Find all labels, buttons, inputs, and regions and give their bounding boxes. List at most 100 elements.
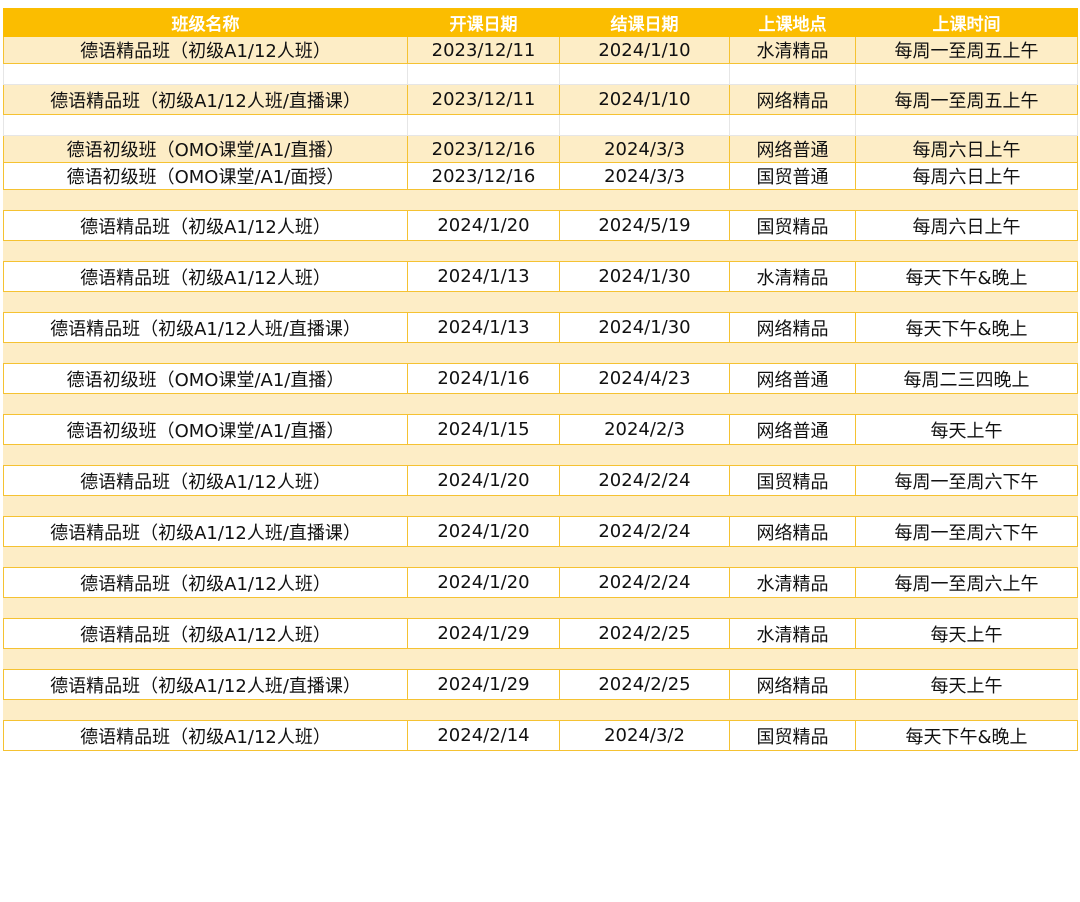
- cell-class-time[interactable]: 每周二三四晚上: [855, 363, 1078, 394]
- empty-cell[interactable]: [407, 114, 560, 136]
- empty-cell[interactable]: [407, 291, 560, 313]
- empty-cell[interactable]: [559, 189, 730, 211]
- empty-cell[interactable]: [855, 393, 1078, 415]
- cell-class-time[interactable]: 每周六日上午: [855, 162, 1078, 190]
- cell-start-date[interactable]: 2024/2/14: [407, 720, 560, 751]
- cell-class-name[interactable]: 德语精品班（初级A1/12人班/直播课）: [3, 669, 408, 700]
- empty-cell[interactable]: [855, 495, 1078, 517]
- cell-class-time[interactable]: 每周一至周五上午: [855, 36, 1078, 64]
- cell-end-date[interactable]: 2024/2/25: [559, 618, 730, 649]
- empty-cell[interactable]: [855, 342, 1078, 364]
- empty-cell[interactable]: [559, 546, 730, 568]
- empty-cell[interactable]: [855, 648, 1078, 670]
- cell-end-date[interactable]: 2024/2/24: [559, 465, 730, 496]
- cell-end-date[interactable]: 2024/1/10: [559, 36, 730, 64]
- cell-start-date[interactable]: 2024/1/15: [407, 414, 560, 445]
- cell-start-date[interactable]: 2024/1/16: [407, 363, 560, 394]
- cell-end-date[interactable]: 2024/1/10: [559, 84, 730, 115]
- cell-end-date[interactable]: 2024/2/24: [559, 516, 730, 547]
- cell-class-time[interactable]: 每周一至周六下午: [855, 516, 1078, 547]
- cell-class-name[interactable]: 德语精品班（初级A1/12人班/直播课）: [3, 84, 408, 115]
- cell-start-date[interactable]: 2024/1/20: [407, 516, 560, 547]
- empty-cell[interactable]: [855, 699, 1078, 721]
- cell-start-date[interactable]: 2024/1/20: [407, 567, 560, 598]
- empty-cell[interactable]: [3, 240, 408, 262]
- cell-class-time[interactable]: 每周一至周六上午: [855, 567, 1078, 598]
- cell-class-name[interactable]: 德语初级班（OMO课堂/A1/直播）: [3, 135, 408, 163]
- cell-class-name[interactable]: 德语精品班（初级A1/12人班/直播课）: [3, 312, 408, 343]
- cell-class-name[interactable]: 德语精品班（初级A1/12人班/直播课）: [3, 516, 408, 547]
- empty-cell[interactable]: [407, 495, 560, 517]
- empty-cell[interactable]: [855, 597, 1078, 619]
- empty-cell[interactable]: [407, 63, 560, 85]
- empty-cell[interactable]: [3, 393, 408, 415]
- empty-cell[interactable]: [559, 495, 730, 517]
- cell-class-time[interactable]: 每周一至周六下午: [855, 465, 1078, 496]
- empty-cell[interactable]: [3, 114, 408, 136]
- empty-cell[interactable]: [855, 546, 1078, 568]
- empty-cell[interactable]: [407, 546, 560, 568]
- empty-cell[interactable]: [3, 699, 408, 721]
- cell-location[interactable]: 网络精品: [729, 84, 856, 115]
- cell-start-date[interactable]: 2023/12/11: [407, 36, 560, 64]
- cell-class-name[interactable]: 德语初级班（OMO课堂/A1/直播）: [3, 363, 408, 394]
- empty-cell[interactable]: [3, 291, 408, 313]
- cell-end-date[interactable]: 2024/2/24: [559, 567, 730, 598]
- empty-cell[interactable]: [559, 63, 730, 85]
- cell-start-date[interactable]: 2024/1/13: [407, 261, 560, 292]
- cell-location[interactable]: 国贸普通: [729, 162, 856, 190]
- cell-class-name[interactable]: 德语精品班（初级A1/12人班）: [3, 720, 408, 751]
- empty-cell[interactable]: [3, 63, 408, 85]
- cell-start-date[interactable]: 2024/1/20: [407, 465, 560, 496]
- cell-class-time[interactable]: 每周一至周五上午: [855, 84, 1078, 115]
- cell-end-date[interactable]: 2024/3/3: [559, 162, 730, 190]
- header-class-time[interactable]: 上课时间: [855, 8, 1078, 37]
- header-class-name[interactable]: 班级名称: [3, 8, 408, 37]
- empty-cell[interactable]: [559, 114, 730, 136]
- header-location[interactable]: 上课地点: [729, 8, 856, 37]
- cell-location[interactable]: 网络精品: [729, 669, 856, 700]
- empty-cell[interactable]: [855, 63, 1078, 85]
- empty-cell[interactable]: [855, 189, 1078, 211]
- cell-class-time[interactable]: 每天上午: [855, 414, 1078, 445]
- cell-class-name[interactable]: 德语精品班（初级A1/12人班）: [3, 261, 408, 292]
- cell-class-time[interactable]: 每天下午&晚上: [855, 312, 1078, 343]
- header-start-date[interactable]: 开课日期: [407, 8, 560, 37]
- cell-class-name[interactable]: 德语精品班（初级A1/12人班）: [3, 567, 408, 598]
- cell-start-date[interactable]: 2023/12/16: [407, 135, 560, 163]
- cell-class-time[interactable]: 每天下午&晚上: [855, 720, 1078, 751]
- empty-cell[interactable]: [407, 597, 560, 619]
- cell-class-time[interactable]: 每天下午&晚上: [855, 261, 1078, 292]
- empty-cell[interactable]: [3, 444, 408, 466]
- empty-cell[interactable]: [3, 342, 408, 364]
- empty-cell[interactable]: [407, 240, 560, 262]
- empty-cell[interactable]: [407, 189, 560, 211]
- empty-cell[interactable]: [855, 291, 1078, 313]
- cell-class-name[interactable]: 德语精品班（初级A1/12人班）: [3, 618, 408, 649]
- cell-location[interactable]: 网络普通: [729, 363, 856, 394]
- cell-location[interactable]: 水清精品: [729, 36, 856, 64]
- empty-cell[interactable]: [855, 114, 1078, 136]
- empty-cell[interactable]: [729, 648, 856, 670]
- cell-location[interactable]: 网络精品: [729, 312, 856, 343]
- empty-cell[interactable]: [559, 648, 730, 670]
- cell-start-date[interactable]: 2023/12/16: [407, 162, 560, 190]
- cell-class-name[interactable]: 德语初级班（OMO课堂/A1/面授）: [3, 162, 408, 190]
- empty-cell[interactable]: [729, 546, 856, 568]
- cell-start-date[interactable]: 2024/1/29: [407, 669, 560, 700]
- empty-cell[interactable]: [3, 546, 408, 568]
- cell-start-date[interactable]: 2023/12/11: [407, 84, 560, 115]
- empty-cell[interactable]: [855, 240, 1078, 262]
- empty-cell[interactable]: [407, 342, 560, 364]
- cell-location[interactable]: 水清精品: [729, 618, 856, 649]
- empty-cell[interactable]: [559, 597, 730, 619]
- empty-cell[interactable]: [559, 699, 730, 721]
- empty-cell[interactable]: [729, 189, 856, 211]
- empty-cell[interactable]: [729, 291, 856, 313]
- cell-end-date[interactable]: 2024/5/19: [559, 210, 730, 241]
- cell-end-date[interactable]: 2024/2/3: [559, 414, 730, 445]
- cell-class-time[interactable]: 每天上午: [855, 618, 1078, 649]
- empty-cell[interactable]: [3, 648, 408, 670]
- cell-class-name[interactable]: 德语初级班（OMO课堂/A1/直播）: [3, 414, 408, 445]
- empty-cell[interactable]: [729, 393, 856, 415]
